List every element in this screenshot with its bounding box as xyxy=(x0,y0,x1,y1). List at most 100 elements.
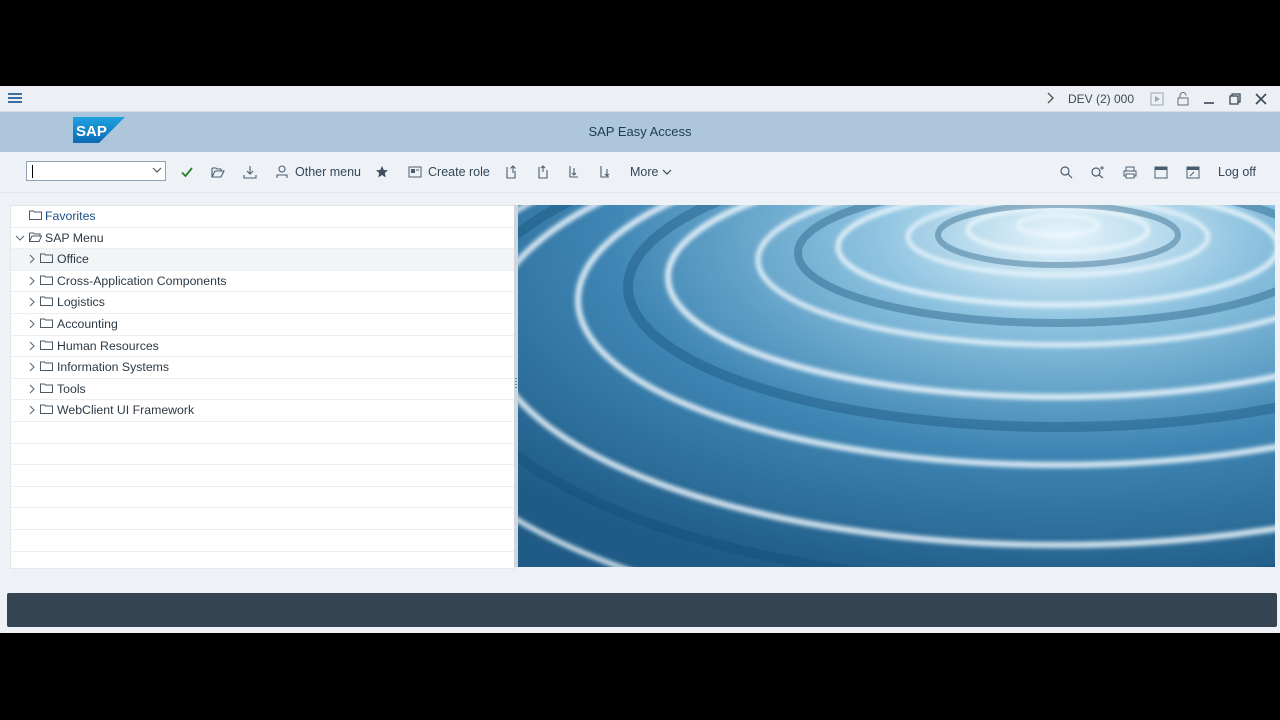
log-off-label: Log off xyxy=(1218,165,1257,179)
folder-icon xyxy=(40,361,53,372)
restore-icon[interactable] xyxy=(1222,86,1248,111)
empty-row xyxy=(11,530,514,552)
other-menu-label: Other menu xyxy=(295,165,362,179)
create-role-label: Create role xyxy=(428,165,490,179)
tree-node-human-resources[interactable]: Human Resources xyxy=(11,336,514,358)
tree-node-label: SAP Menu xyxy=(45,230,104,245)
chevron-right-icon[interactable] xyxy=(27,296,37,308)
folder-icon xyxy=(40,404,53,415)
application-toolbar: Other menu Create role More Log off xyxy=(0,152,1280,193)
tree-node-label: Human Resources xyxy=(57,338,159,353)
chevron-right-icon[interactable] xyxy=(27,361,37,373)
tree-node-label: Logistics xyxy=(57,295,105,310)
move-up-button[interactable] xyxy=(504,162,518,182)
empty-row xyxy=(11,444,514,466)
shortcut-window-icon xyxy=(1186,166,1200,178)
tree-node-logistics[interactable]: Logistics xyxy=(11,292,514,314)
tree-node-sap-menu[interactable]: SAP Menu xyxy=(11,228,514,250)
chevron-down-icon[interactable] xyxy=(152,164,162,179)
search-icon xyxy=(1060,165,1073,178)
empty-row xyxy=(11,552,514,574)
tree-node-label: Office xyxy=(57,252,89,267)
play-icon[interactable] xyxy=(1144,86,1170,111)
enter-button[interactable] xyxy=(181,162,193,182)
folder-open-icon xyxy=(211,167,225,178)
status-bar xyxy=(7,593,1277,627)
system-info[interactable]: DEV (2) 000 xyxy=(1062,92,1144,106)
folder-open-icon xyxy=(29,232,42,242)
easy-access-tree: Favorites SAP Menu Office Cross-Applicat… xyxy=(10,205,515,574)
chevron-down-icon[interactable] xyxy=(15,232,25,244)
chevron-right-icon[interactable] xyxy=(27,404,37,416)
folder-icon xyxy=(40,318,53,328)
splitter-grip[interactable] xyxy=(515,378,517,390)
system-controls: DEV (2) 000 xyxy=(1038,86,1274,111)
tree-node-accounting[interactable]: Accounting xyxy=(11,314,514,336)
find-next-button[interactable] xyxy=(1091,162,1105,182)
folder-icon xyxy=(40,275,53,285)
arrow-down-doc-icon xyxy=(569,166,578,178)
add-favorite-button[interactable] xyxy=(375,162,389,182)
move-top-button[interactable] xyxy=(536,162,550,182)
move-bottom-button[interactable] xyxy=(598,162,612,182)
folder-icon xyxy=(40,383,53,393)
move-up-icon xyxy=(506,165,516,179)
tree-node-label: Cross-Application Components xyxy=(57,273,227,288)
search-button[interactable] xyxy=(1060,162,1073,182)
move-down-button[interactable] xyxy=(567,162,581,182)
download-button[interactable] xyxy=(243,162,257,182)
chevron-right-icon[interactable] xyxy=(27,383,37,395)
tree-node-favorites[interactable]: Favorites xyxy=(11,206,514,228)
open-folder-button[interactable] xyxy=(211,162,225,182)
tree-node-label: Tools xyxy=(57,381,86,396)
close-icon[interactable] xyxy=(1248,86,1274,111)
chevron-right-icon[interactable] xyxy=(27,275,37,287)
window-icon xyxy=(1154,166,1168,178)
chevron-down-icon xyxy=(663,169,672,175)
more-button[interactable]: More xyxy=(630,162,672,182)
title-bar: SAP SAP Easy Access xyxy=(0,112,1280,152)
tree-node-tools[interactable]: Tools xyxy=(11,379,514,401)
system-bar: DEV (2) 000 xyxy=(0,86,1280,112)
easy-access-image xyxy=(518,205,1275,567)
page-title: SAP Easy Access xyxy=(588,124,692,139)
log-off-button[interactable]: Log off xyxy=(1218,162,1256,182)
chevron-right-icon[interactable] xyxy=(27,340,37,352)
create-role-button[interactable]: Create role xyxy=(408,162,490,182)
folder-icon xyxy=(40,296,53,307)
command-field[interactable] xyxy=(26,161,166,181)
tree-node-label: Favorites xyxy=(45,209,96,223)
text-caret xyxy=(32,165,33,178)
tree-node-label: WebClient UI Framework xyxy=(57,403,195,418)
tree-node-cross-application[interactable]: Cross-Application Components xyxy=(11,271,514,293)
chevron-right-icon[interactable] xyxy=(1038,91,1062,107)
tree-node-label: Accounting xyxy=(57,316,118,331)
tree-node-information-systems[interactable]: Information Systems xyxy=(11,357,514,379)
folder-icon xyxy=(29,210,42,220)
hamburger-menu-icon[interactable] xyxy=(8,91,22,105)
empty-row xyxy=(11,487,514,509)
chevron-right-icon[interactable] xyxy=(27,318,37,330)
new-session-button[interactable] xyxy=(1154,162,1168,182)
user-menu-icon xyxy=(276,165,288,178)
star-icon xyxy=(376,166,388,178)
tree-node-webclient[interactable]: WebClient UI Framework xyxy=(11,400,514,422)
checkmark-icon xyxy=(181,167,193,178)
tree-node-office[interactable]: Office xyxy=(11,249,514,271)
empty-row xyxy=(11,465,514,487)
more-label: More xyxy=(630,165,659,179)
printer-icon xyxy=(1123,166,1137,178)
download-icon xyxy=(243,166,257,179)
folder-icon xyxy=(40,340,53,350)
generate-shortcut-button[interactable] xyxy=(1186,162,1200,182)
folder-icon xyxy=(40,253,53,264)
tree-node-label: Information Systems xyxy=(57,360,170,375)
lock-icon[interactable] xyxy=(1170,86,1196,111)
arrow-up-doc-icon xyxy=(538,165,548,179)
chevron-right-icon[interactable] xyxy=(27,253,37,265)
water-ripple-image xyxy=(518,205,1275,567)
other-menu-button[interactable]: Other menu xyxy=(275,162,361,182)
print-button[interactable] xyxy=(1123,162,1137,182)
minimize-icon[interactable] xyxy=(1196,86,1222,111)
search-plus-icon xyxy=(1091,166,1104,179)
